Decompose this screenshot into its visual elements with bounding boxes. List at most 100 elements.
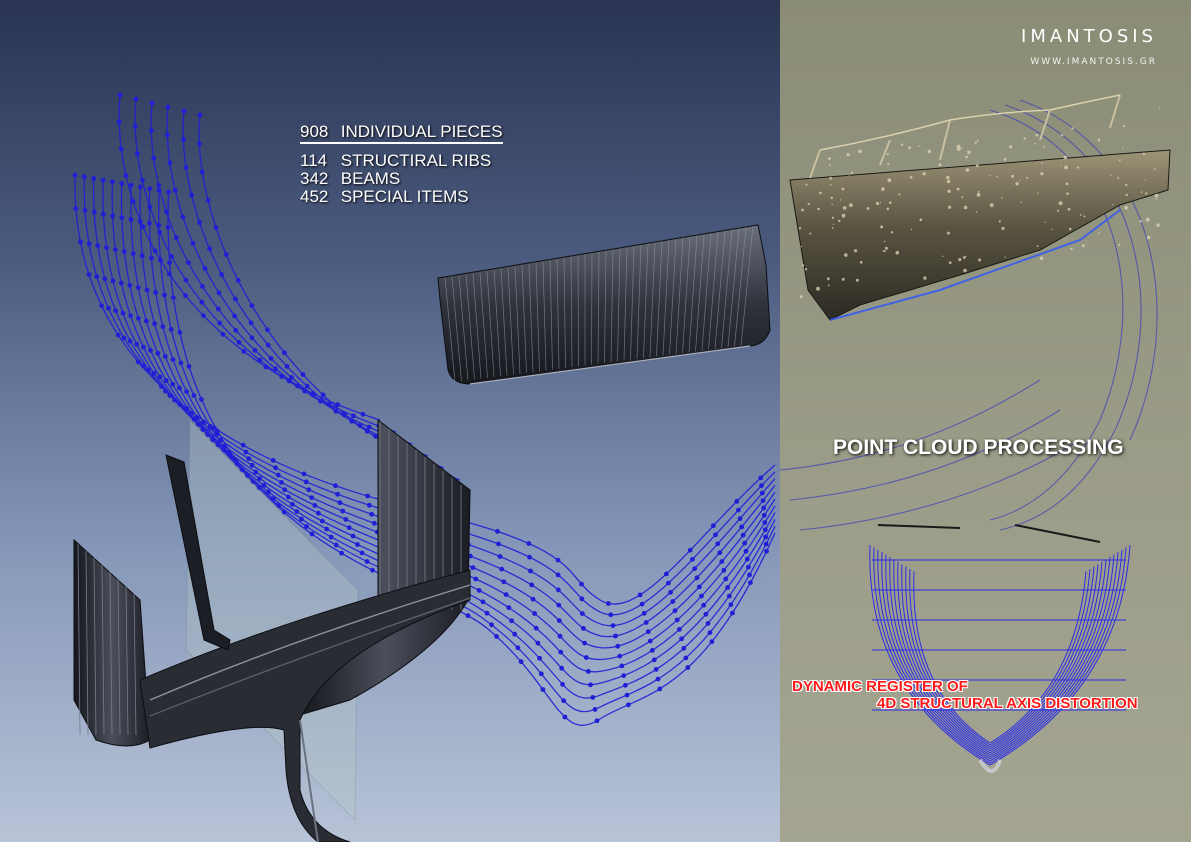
point-cloud-speck [1155, 198, 1158, 200]
point-cloud-speck [963, 268, 967, 273]
wireframe-node [641, 610, 647, 616]
wireframe-node [265, 342, 271, 348]
wireframe-node [127, 282, 133, 288]
wireframe-node [273, 465, 278, 471]
wireframe-node [104, 245, 109, 251]
point-cloud-speck [1026, 176, 1028, 179]
wireframe-node [91, 176, 97, 181]
point-cloud-speck [996, 175, 998, 178]
point-cloud-speck [826, 277, 830, 281]
wireframe-node [711, 523, 716, 529]
point-cloud-speck [816, 286, 820, 291]
point-cloud-speck [838, 219, 841, 223]
wireframe-node [286, 494, 291, 500]
wireframe-node [234, 458, 239, 463]
wireframe-node [218, 437, 224, 443]
wireframe-node [199, 299, 205, 305]
wireframe-node [190, 240, 196, 246]
point-cloud-speck [841, 277, 845, 281]
wireframe-node [191, 393, 197, 398]
wireframe-node [594, 718, 600, 724]
wireframe-node [106, 305, 111, 311]
wireframe-node [110, 278, 116, 284]
wireframe-node [758, 475, 764, 481]
wireframe-node [610, 623, 616, 628]
wireframe-node [713, 532, 718, 538]
point-cloud-speck [938, 163, 942, 167]
point-cloud-speck [1139, 220, 1142, 223]
point-cloud-speck [1041, 162, 1043, 164]
point-cloud-speck [887, 178, 892, 183]
point-cloud-speck [850, 171, 853, 174]
point-cloud-speck [809, 232, 812, 235]
wireframe-node [147, 204, 153, 210]
wireframe-node [113, 247, 118, 253]
wireframe-node [679, 636, 684, 642]
wireframe-node [279, 374, 285, 379]
point-cloud-speck [798, 227, 802, 230]
wireframe-node [555, 557, 561, 563]
point-cloud-speck [1154, 193, 1159, 198]
wireframe-node [172, 187, 178, 193]
wireframe-node [81, 174, 87, 180]
point-cloud-speck [1060, 165, 1062, 167]
point-cloud-speck [956, 187, 960, 191]
wireframe-node [739, 524, 745, 530]
wireframe-node [335, 402, 341, 407]
hull-section-curve [893, 559, 1107, 754]
point-cloud-speck [828, 164, 831, 167]
point-cloud-speck [831, 227, 834, 229]
wireframe-node [236, 339, 242, 345]
wireframe-node [118, 146, 124, 152]
wireframe-node [764, 548, 769, 554]
wireframe-node [169, 254, 175, 260]
wireframe-node [275, 472, 281, 478]
stats-count: 114 [300, 151, 328, 170]
point-cloud-speck [948, 261, 952, 265]
point-cloud-speck [859, 260, 863, 264]
wireframe-node [528, 568, 533, 574]
stats-count: 342 [300, 169, 329, 188]
point-cloud-speck [1065, 182, 1069, 186]
point-cloud-speck [886, 152, 889, 156]
point-cloud-speck [883, 240, 886, 243]
wireframe-node [151, 155, 157, 161]
point-cloud-speck [1060, 133, 1064, 137]
point-cloud-speck [1035, 133, 1038, 137]
wireframe-node [556, 602, 562, 608]
wireframe-node [141, 344, 146, 350]
wireframe-node [339, 550, 344, 556]
stats-label: SPECIAL ITEMS [340, 187, 469, 206]
wireframe-node [529, 582, 535, 588]
wireframe-node [261, 482, 267, 488]
wireframe-node [645, 629, 651, 635]
wireframe-node [556, 587, 561, 593]
point-cloud-speck [827, 284, 830, 287]
point-cloud-speck [801, 264, 805, 267]
point-cloud-speck [841, 187, 845, 191]
point-cloud-speck [1064, 165, 1068, 170]
wireframe-node [515, 645, 521, 651]
wireframe-node [130, 199, 136, 204]
wireframe-node [270, 496, 276, 501]
point-cloud-speck [977, 191, 980, 193]
wireframe-node [489, 622, 494, 628]
point-cloud-speck [848, 175, 850, 177]
wireframe-node [473, 576, 479, 582]
wireframe-node [197, 112, 203, 118]
wireframe-node [147, 186, 153, 192]
wireframe-node [592, 707, 598, 712]
point-cloud-speck [977, 193, 981, 197]
point-cloud-speck [1125, 183, 1128, 187]
upper-rib-stack [437, 224, 771, 385]
wireframe-node [253, 469, 259, 475]
wireframe-node [617, 653, 623, 659]
point-cloud-speck [1067, 207, 1071, 211]
wireframe-node [202, 266, 208, 271]
wireframe-node [171, 295, 176, 300]
wireframe-node [621, 673, 627, 678]
wireframe-node [148, 128, 154, 134]
point-cloud-speck [1071, 127, 1074, 130]
wireframe-node [266, 489, 271, 495]
wireframe-node [346, 525, 352, 531]
